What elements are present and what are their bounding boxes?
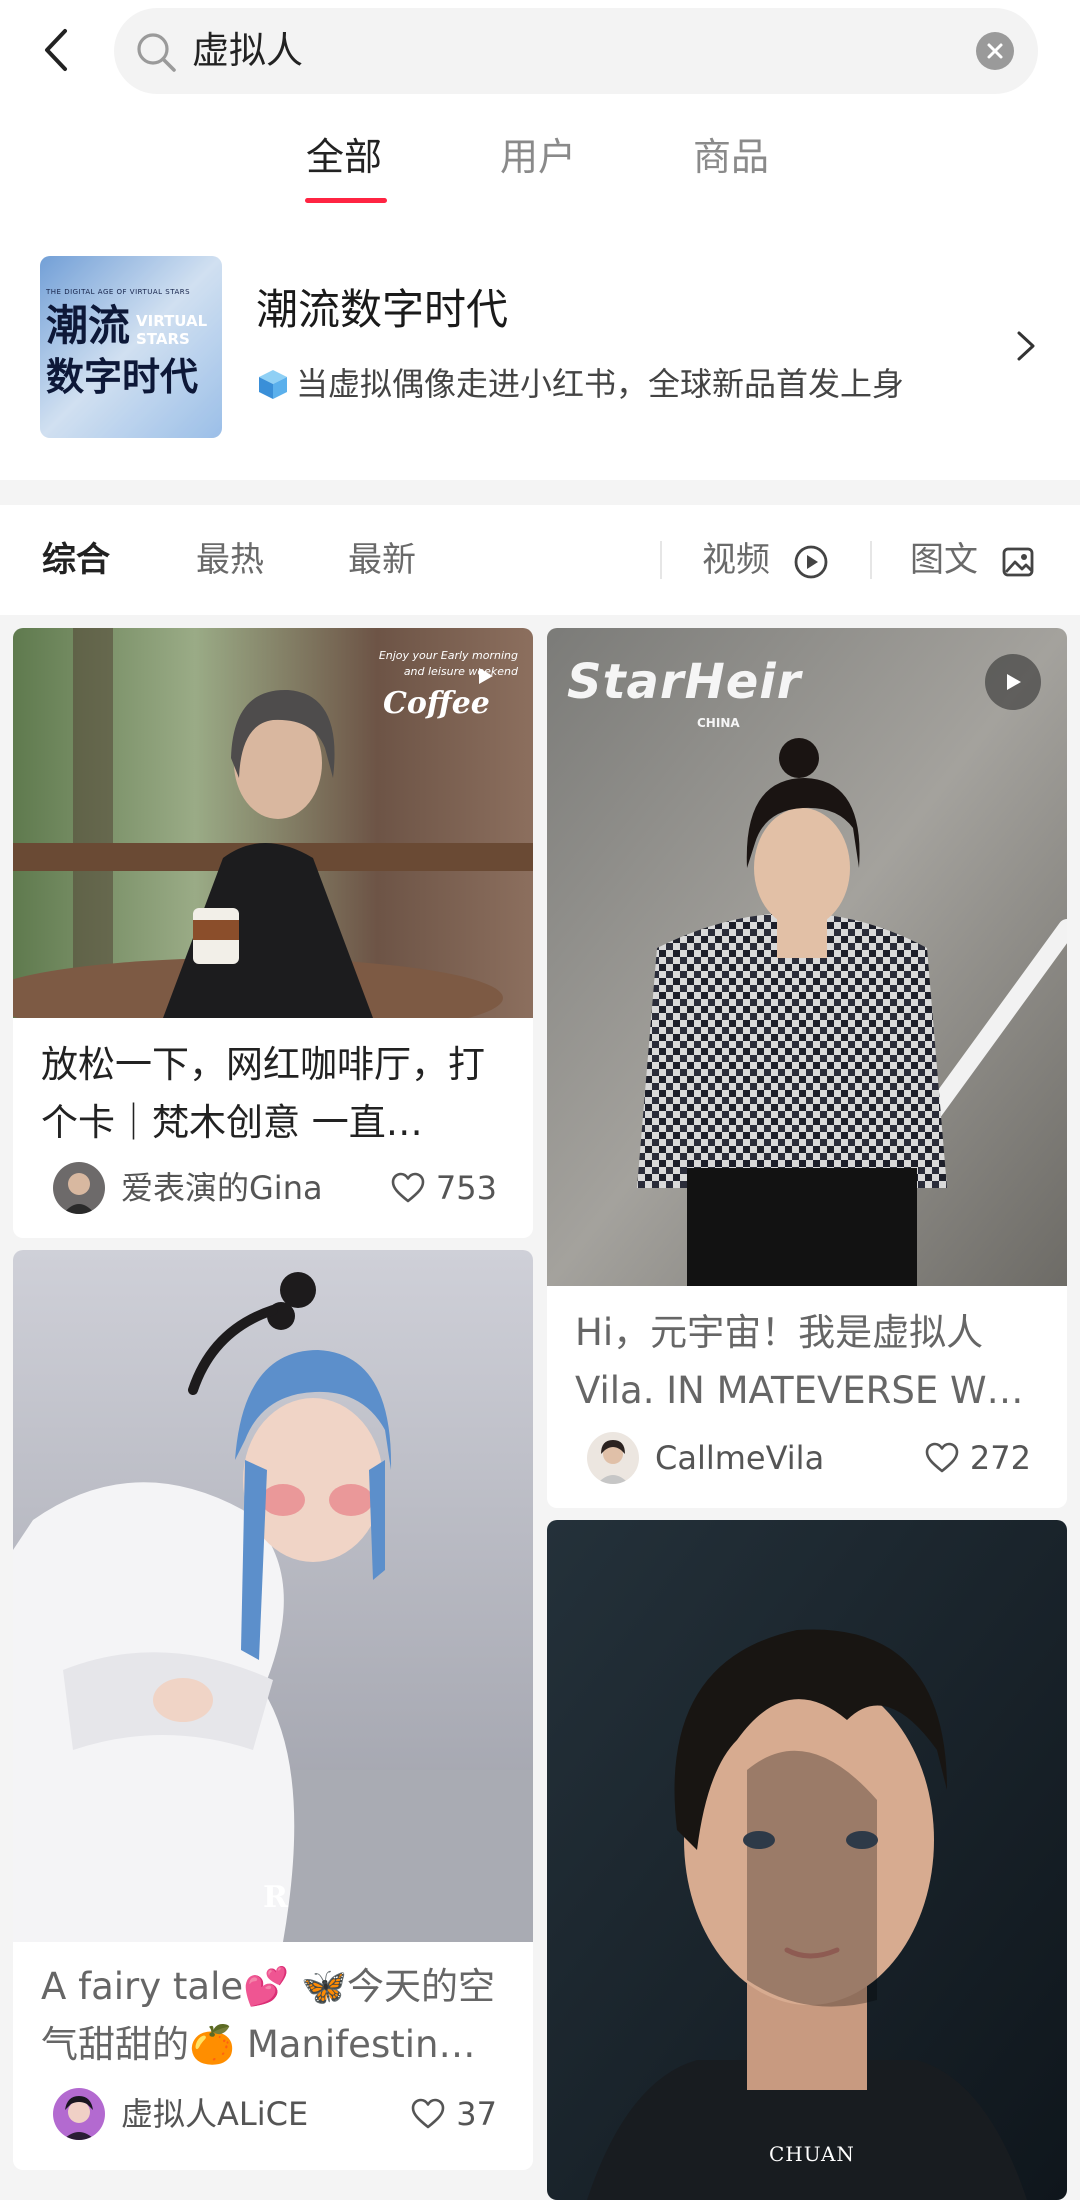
avatar[interactable] bbox=[53, 2088, 105, 2140]
note-cover-image: R bbox=[13, 1250, 533, 1942]
watermark-logo: CHUAN bbox=[769, 2142, 855, 2166]
play-icon bbox=[1007, 674, 1021, 690]
back-button[interactable] bbox=[28, 22, 84, 78]
filter-image-text-label: 图文 bbox=[910, 540, 978, 580]
tab-products[interactable]: 商品 bbox=[693, 132, 769, 182]
video-badge bbox=[985, 654, 1041, 710]
watermark-logo: R bbox=[263, 1880, 288, 1915]
note-title: A fairy tale💕 🦋今天的空气甜甜的🍊 Manifestin… bbox=[41, 1965, 496, 2066]
note-meta: 爱表演的Gina 753 bbox=[41, 1160, 505, 1216]
topic-subtitle-text: 当虚拟偶像走进小红书，全球新品首发上身 bbox=[296, 365, 905, 403]
filter-video-label: 视频 bbox=[702, 540, 770, 580]
topic-banner[interactable]: THE DIGITAL AGE OF VIRTUAL STARS 潮流 数字时代… bbox=[0, 230, 1080, 460]
clear-search-button[interactable] bbox=[976, 32, 1014, 70]
note-card[interactable]: Enjoy your Early morning and leisure wee… bbox=[13, 628, 533, 1238]
cover-big-text: StarHeir bbox=[567, 654, 802, 710]
close-icon bbox=[987, 43, 1003, 59]
note-title: 放松一下，网红咖啡厅，打个卡｜梵木创意 一直… bbox=[41, 1043, 485, 1144]
like-count: 37 bbox=[456, 2095, 497, 2133]
sort-hottest[interactable]: 最热 bbox=[196, 537, 264, 583]
play-circle-icon bbox=[794, 545, 828, 578]
search-icon bbox=[137, 33, 176, 72]
note-card[interactable]: R A fairy tale💕 🦋今天的空气甜甜的🍊 Manifestin… 虚… bbox=[13, 1250, 533, 2170]
filter-divider bbox=[870, 541, 872, 579]
heart-icon bbox=[411, 2098, 445, 2129]
image-icon bbox=[1002, 547, 1034, 576]
filter-image-text[interactable]: 图文 bbox=[910, 537, 1035, 583]
filter-bar: 综合 最热 最新 视频 图文 bbox=[0, 505, 1080, 615]
search-input[interactable]: 虚拟人 bbox=[192, 26, 303, 76]
cover-line1: 潮流 bbox=[46, 301, 131, 350]
note-card[interactable]: CHUAN bbox=[547, 1520, 1067, 2200]
heart-icon bbox=[391, 1172, 425, 1203]
sort-newest[interactable]: 最新 bbox=[348, 537, 416, 583]
cover-overlay: VIRTUAL STARS bbox=[136, 312, 208, 348]
search-bar[interactable]: 虚拟人 bbox=[114, 8, 1038, 94]
like-button[interactable]: 272 bbox=[924, 1438, 1031, 1478]
tab-all[interactable]: 全部 bbox=[306, 132, 382, 182]
back-arrow-icon bbox=[45, 29, 67, 71]
note-cover-image: StarHeir CHINA bbox=[547, 628, 1067, 1286]
header: 虚拟人 全部 用户 商品 THE DIGITAL AGE OF VIRTUAL … bbox=[0, 0, 1080, 480]
topic-cover-image: THE DIGITAL AGE OF VIRTUAL STARS 潮流 数字时代… bbox=[40, 256, 222, 438]
note-cover-image: Enjoy your Early morning and leisure wee… bbox=[13, 628, 533, 1018]
cover-caption: THE DIGITAL AGE OF VIRTUAL STARS bbox=[46, 288, 191, 296]
heart-icon bbox=[925, 1442, 959, 1473]
like-button[interactable]: 37 bbox=[410, 2094, 497, 2134]
avatar[interactable] bbox=[53, 1162, 105, 1214]
note-cover-image: CHUAN bbox=[547, 1520, 1067, 2200]
play-icon bbox=[479, 668, 493, 684]
note-meta: 虚拟人ALiCE 37 bbox=[41, 2086, 505, 2142]
filter-divider bbox=[660, 541, 662, 579]
cover-small-text: CHINA bbox=[697, 716, 740, 730]
note-title: Hi，元宇宙！我是虚拟人Vila. IN MATEVERSE W… bbox=[575, 1311, 1024, 1412]
note-meta: CallmeVila 272 bbox=[575, 1430, 1039, 1486]
avatar[interactable] bbox=[587, 1432, 639, 1484]
video-badge bbox=[465, 656, 505, 696]
filter-video[interactable]: 视频 bbox=[702, 537, 829, 583]
note-card[interactable]: StarHeir CHINA Hi，元宇宙！我是虚拟人Vila. IN MATE… bbox=[547, 628, 1067, 1508]
topic-title: 潮流数字时代 bbox=[256, 285, 509, 334]
author-name[interactable]: 虚拟人ALiCE bbox=[121, 2094, 308, 2134]
cover-line2: 数字时代 bbox=[46, 355, 199, 399]
sort-comprehensive[interactable]: 综合 bbox=[42, 537, 110, 583]
chevron-right-icon bbox=[1017, 331, 1035, 361]
result-tabs: 全部 用户 商品 bbox=[0, 120, 1080, 210]
like-button[interactable]: 753 bbox=[390, 1168, 497, 1208]
author-name[interactable]: 爱表演的Gina bbox=[121, 1168, 323, 1208]
tab-users[interactable]: 用户 bbox=[500, 132, 576, 182]
topic-subtitle: 当虚拟偶像走进小红书，全球新品首发上身 bbox=[256, 362, 904, 406]
author-name[interactable]: CallmeVila bbox=[655, 1438, 824, 1478]
like-count: 272 bbox=[969, 1439, 1031, 1477]
like-count: 753 bbox=[435, 1169, 497, 1207]
active-tab-indicator bbox=[305, 198, 387, 203]
cube-icon bbox=[259, 370, 287, 399]
